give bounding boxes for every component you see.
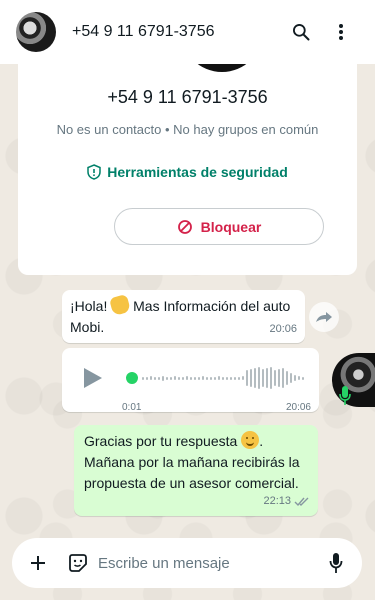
waveform-bar — [262, 369, 264, 387]
waveform-bar — [182, 376, 184, 380]
more-vert-icon — [339, 24, 343, 40]
waveform-bar — [246, 370, 248, 386]
mic-icon — [339, 386, 351, 405]
safety-tools-link[interactable]: Herramientas de seguridad — [18, 164, 357, 180]
message-meta: 22:13 — [263, 491, 310, 512]
waveform-bar — [250, 369, 252, 387]
waveform-bar — [266, 368, 268, 388]
waveform-bar — [158, 376, 160, 380]
waveform-bar — [238, 376, 240, 380]
waveform-bar — [294, 375, 296, 381]
waveform-bar — [170, 376, 172, 380]
waveform-bar — [274, 370, 276, 386]
waveform-bar — [194, 376, 196, 380]
message-time: 22:13 — [263, 495, 291, 507]
waveform-bar — [290, 373, 292, 383]
message-text-start: Gracias por tu respuesta — [84, 433, 238, 449]
waveform-bar — [154, 376, 156, 380]
sticker-icon — [69, 554, 87, 572]
voice-duration: 0:01 — [122, 402, 142, 413]
sticker-button[interactable] — [58, 543, 98, 583]
waveform-bar — [166, 376, 168, 380]
waveform-bar — [226, 376, 228, 380]
shield-icon — [87, 164, 101, 180]
waveform-bar — [242, 376, 244, 380]
playback-position-dot[interactable] — [126, 372, 138, 384]
waveform-bar — [234, 376, 236, 380]
waveform-bar — [302, 376, 304, 380]
waveform-bar — [190, 376, 192, 380]
waveform-bar — [214, 376, 216, 380]
waveform-bar — [202, 376, 204, 380]
message-input[interactable] — [98, 548, 316, 578]
forward-icon — [316, 312, 332, 322]
contact-avatar[interactable] — [16, 12, 56, 52]
message-time: 20:06 — [269, 323, 297, 335]
attach-button[interactable] — [18, 543, 58, 583]
forward-button[interactable] — [309, 302, 339, 332]
waveform-bar — [270, 367, 272, 389]
mic-icon — [329, 553, 343, 573]
menu-button[interactable] — [321, 12, 361, 52]
message-composer — [12, 538, 362, 588]
waveform-bar — [298, 376, 300, 380]
waveform-bar — [146, 376, 148, 380]
waveform-bar — [186, 376, 188, 380]
contact-info-card: +54 9 11 6791-3756 No es un contacto • N… — [18, 0, 357, 275]
play-icon[interactable] — [80, 366, 104, 390]
smiling-face-emoji — [241, 431, 260, 449]
message-bubble[interactable]: Gracias por tu respuesta . Mañana por la… — [74, 425, 318, 516]
waveform-bar — [230, 376, 232, 380]
chat-title[interactable]: +54 9 11 6791-3756 — [72, 23, 281, 41]
waveform-bar — [198, 376, 200, 380]
message-time: 20:06 — [285, 402, 311, 413]
waveform-bar — [150, 376, 152, 380]
waveform-bar — [206, 376, 208, 380]
voice-record-button[interactable] — [316, 543, 356, 583]
waveform-bar — [210, 376, 212, 380]
waveform-bar — [174, 376, 176, 380]
voice-waveform[interactable] — [142, 366, 312, 390]
card-subtitle: No es un contacto • No hay grupos en com… — [56, 122, 319, 137]
waveform-bar — [278, 369, 280, 387]
waveform-bar — [178, 376, 180, 380]
chat-header: +54 9 11 6791-3756 — [0, 0, 375, 64]
waveform-bar — [162, 375, 164, 381]
waveform-bar — [222, 376, 224, 380]
voice-message[interactable]: 0:01 20:06 — [62, 348, 319, 413]
search-button[interactable] — [281, 12, 321, 52]
block-button[interactable]: Bloquear — [114, 208, 324, 245]
block-label: Bloquear — [200, 218, 262, 235]
plus-icon — [31, 556, 45, 570]
waveform-bar — [282, 368, 284, 388]
waveform-bar — [258, 367, 260, 389]
block-icon — [177, 219, 192, 234]
waveform-bar — [286, 371, 288, 385]
message-bubble[interactable]: ¡Hola! Mas Información del auto Mobi. 20… — [62, 290, 305, 343]
search-icon — [293, 24, 310, 41]
waveform-bar — [254, 368, 256, 388]
card-phone-number: +54 9 11 6791-3756 — [107, 87, 268, 107]
message-text-start: ¡Hola! — [70, 298, 108, 314]
waveform-bar — [142, 376, 144, 380]
safety-tools-label: Herramientas de seguridad — [107, 164, 288, 180]
waveform-bar — [218, 376, 220, 380]
waving-hand-emoji — [109, 293, 132, 317]
double-check-icon — [294, 497, 309, 506]
